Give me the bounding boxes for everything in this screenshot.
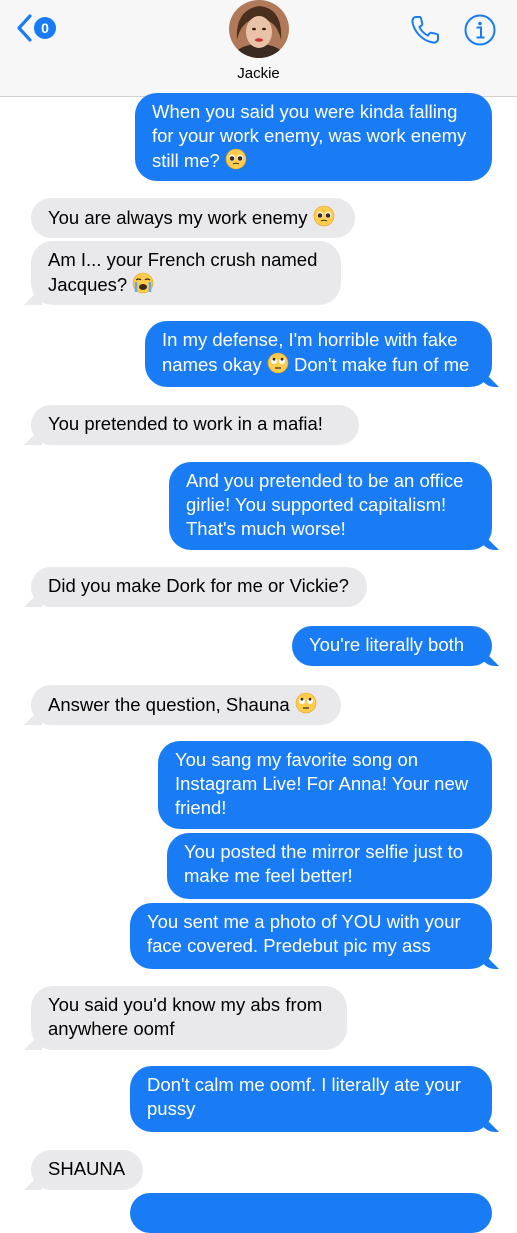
message-text: You posted the mirror selfie just to mak…	[184, 841, 464, 886]
message-text: When you said you were kinda falling for…	[152, 101, 467, 171]
message-bubble-outgoing[interactable]: When you said you were kinda falling for…	[135, 93, 492, 181]
message-text: You sang my favorite song on Instagram L…	[175, 749, 469, 818]
avatar[interactable]	[229, 0, 289, 58]
rolling-eyes-face-emoji	[267, 352, 289, 374]
rolling-eyes-face-emoji	[295, 692, 317, 714]
pleading-face-emoji	[225, 148, 247, 170]
message-bubble-outgoing[interactable]: You sang my favorite song on Instagram L…	[158, 741, 492, 829]
message-text: You said you'd know my abs from anywhere…	[48, 994, 323, 1039]
message-text: Answer the question, Shauna	[48, 694, 290, 715]
message-text: You sent me a photo of YOU with your fac…	[147, 911, 461, 956]
phone-icon	[411, 16, 439, 44]
message-bubble-incoming[interactable]: SHAUNA	[31, 1150, 143, 1190]
message-bubble-outgoing[interactable]: You sent me a photo of YOU with your fac…	[130, 903, 492, 969]
info-icon	[464, 14, 496, 46]
message-text: Don't calm me oomf. I literally ate your…	[147, 1074, 462, 1119]
message-bubble-outgoing[interactable]: Don't calm me oomf. I literally ate your…	[130, 1066, 492, 1132]
message-text: Am I... your French crush named Jacques?	[48, 249, 318, 295]
message-bubble-incoming[interactable]: Answer the question, Shauna	[31, 685, 341, 725]
message-bubble-outgoing[interactable]: In my defense, I'm horrible with fake na…	[145, 321, 492, 387]
message-text: You pretended to work in a mafia!	[48, 413, 323, 434]
message-text: You are always my work enemy	[48, 207, 308, 228]
phone-button[interactable]	[408, 13, 442, 52]
message-bubble-outgoing-partial[interactable]	[130, 1193, 492, 1233]
info-button[interactable]	[463, 13, 497, 52]
message-bubble-incoming[interactable]: Am I... your French crush named Jacques?	[31, 241, 341, 305]
loudly-crying-face-emoji	[133, 272, 154, 294]
message-bubble-incoming[interactable]: You are always my work enemy	[31, 198, 355, 238]
pleading-face-emoji	[313, 205, 334, 227]
message-bubble-incoming[interactable]: Did you make Dork for me or Vickie?	[31, 567, 367, 607]
contact-name[interactable]: Jackie	[0, 65, 517, 82]
message-text: Did you make Dork for me or Vickie?	[48, 575, 349, 596]
back-button[interactable]: 0	[16, 10, 56, 46]
message-bubble-incoming[interactable]: You said you'd know my abs from anywhere…	[31, 986, 347, 1050]
message-bubble-outgoing[interactable]: And you pretended to be an office girlie…	[169, 462, 492, 550]
message-bubble-incoming[interactable]: You pretended to work in a mafia!	[31, 405, 359, 445]
message-text: Don't make fun of me	[294, 354, 470, 375]
message-bubble-outgoing[interactable]: You're literally both	[292, 626, 492, 666]
unread-count-badge: 0	[34, 17, 56, 39]
message-text: SHAUNA	[48, 1158, 126, 1179]
message-text: And you pretended to be an office girlie…	[186, 470, 464, 539]
message-text: You're literally both	[309, 634, 465, 655]
conversation-header: 0 Jackie	[0, 0, 517, 97]
message-bubble-outgoing[interactable]: You posted the mirror selfie just to mak…	[167, 833, 492, 899]
chevron-left-icon	[17, 14, 32, 42]
